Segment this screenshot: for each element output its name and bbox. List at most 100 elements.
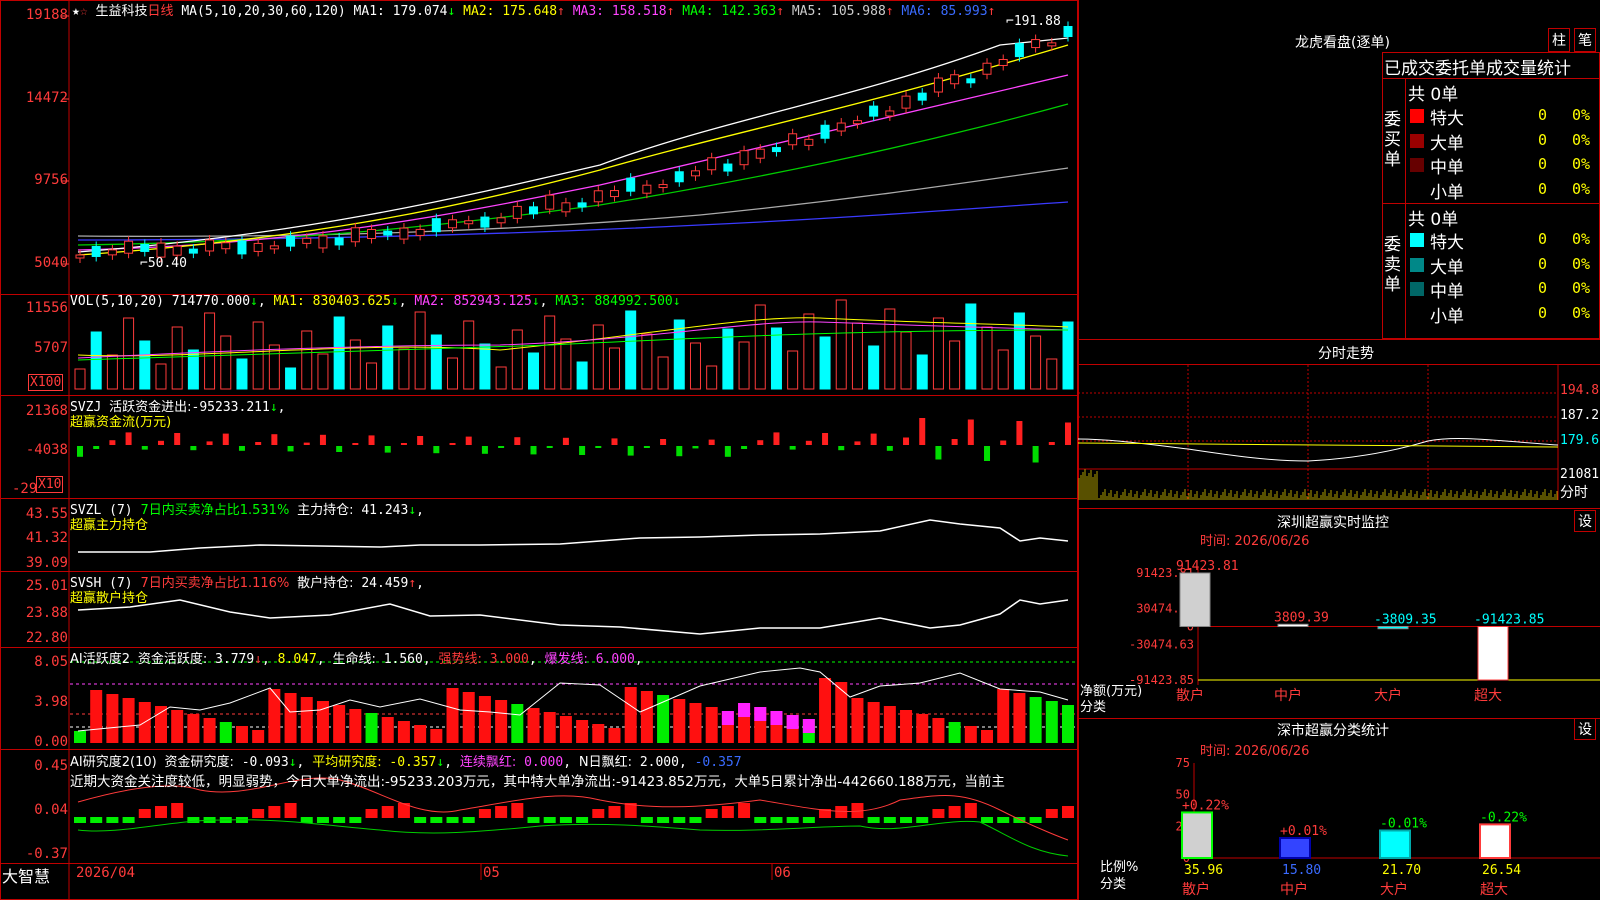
- flow-bar: [498, 446, 505, 448]
- volume-bar: [414, 311, 426, 390]
- candle-body: [836, 122, 846, 132]
- ss-bar: [1379, 829, 1411, 860]
- research-bar: [721, 806, 734, 818]
- research-bar: [138, 809, 151, 818]
- volume-bar: [155, 363, 167, 390]
- flow-bar: [903, 437, 910, 445]
- activity-bar: [689, 703, 702, 743]
- sz-settings-button[interactable]: 设: [1574, 510, 1596, 532]
- row-pct: 0%: [1572, 130, 1591, 149]
- research-bar: [74, 817, 86, 823]
- research-bar: [738, 803, 751, 818]
- activity-bar: [819, 678, 832, 743]
- candle-body: [205, 239, 215, 252]
- candle-body: [917, 92, 927, 101]
- sell-label: 委卖单: [1384, 235, 1401, 295]
- research-bar: [462, 817, 475, 823]
- flow-bar: [368, 435, 375, 445]
- candle-body: [966, 78, 976, 84]
- volume-bar: [252, 321, 264, 390]
- candle-body: [545, 194, 555, 210]
- activity-bar: [1062, 705, 1074, 743]
- x-axis-label: 05: [483, 865, 500, 881]
- research-bar: [689, 817, 702, 823]
- ma-value-3: MA3: 158.518: [564, 4, 667, 19]
- color-swatch: [1410, 282, 1424, 296]
- volume-bar: [463, 320, 475, 390]
- ss-category-label: 中户: [1280, 881, 1308, 898]
- volume-bar: [333, 316, 345, 390]
- row-pct: 0%: [1572, 279, 1591, 297]
- volume-bar: [398, 348, 410, 390]
- stock-name[interactable]: 生益科技: [95, 4, 147, 19]
- candle-body: [253, 242, 263, 252]
- candle-body: [172, 245, 182, 256]
- period-label[interactable]: 日线: [148, 4, 174, 19]
- activity-bar-top: [738, 703, 751, 717]
- candle-body: [107, 249, 117, 256]
- research-bar: [122, 817, 135, 823]
- volume-bar: [803, 313, 815, 390]
- volume-bar: [608, 347, 620, 390]
- high-price-label: ⌐191.88: [1006, 14, 1061, 29]
- candle-body: [982, 62, 992, 75]
- flow-bar: [854, 441, 861, 445]
- research-green-line: [77, 819, 1069, 857]
- row-pct: 0%: [1572, 179, 1591, 198]
- flow-bar: [757, 440, 764, 445]
- divider: [1078, 508, 1600, 509]
- flow-bar: [692, 446, 699, 449]
- sz-category-label: 大户: [1374, 687, 1402, 704]
- activity-bar: [349, 709, 362, 743]
- row-count: 0: [1538, 254, 1548, 273]
- research-bar: [559, 817, 572, 823]
- activity-bar: [900, 710, 913, 743]
- btn-bi[interactable]: 笔: [1574, 28, 1596, 52]
- vol-unit: X100: [28, 374, 64, 391]
- flow-bar: [805, 440, 812, 445]
- research-bar: [414, 817, 427, 823]
- research-bar: [900, 817, 913, 823]
- candle-body: [674, 171, 684, 183]
- activity-bar: [883, 706, 896, 743]
- candle-body: [626, 177, 636, 192]
- ss-stats-chart[interactable]: 7550250+0.22%35.96散户+0.01%15.80中户-0.01%2…: [1078, 755, 1600, 900]
- activity-bar: [446, 688, 459, 743]
- sz-monitor-chart[interactable]: 91423.8130474.590-30474.63-91423.8591423…: [1078, 545, 1600, 710]
- color-swatch: [1410, 158, 1424, 172]
- btn-zhu[interactable]: 柱: [1548, 28, 1570, 52]
- x-axis-label: 06: [774, 865, 791, 881]
- row-pct: 0%: [1572, 303, 1591, 322]
- research-bar: [90, 817, 103, 823]
- activity-bar: [414, 725, 427, 743]
- ai2-y-tick: 0.45: [34, 758, 68, 774]
- candle-body: [723, 163, 733, 172]
- volume-bar: [965, 303, 977, 390]
- flow-bar: [951, 439, 958, 445]
- intraday-chart[interactable]: [1078, 365, 1600, 505]
- activity-bar: [851, 698, 864, 743]
- activity-bar: [268, 689, 281, 743]
- candle-body: [415, 228, 425, 236]
- flow-bar: [546, 446, 553, 448]
- research-bar: [948, 806, 961, 818]
- volume-bar: [90, 331, 102, 390]
- svzj-y-tick: -4038: [25, 442, 68, 458]
- sz-value-label: 3809.39: [1274, 610, 1329, 625]
- flow-bar: [271, 434, 278, 445]
- volume-bar: [511, 329, 523, 390]
- volume-bar: [916, 354, 928, 390]
- activity-bar: [964, 726, 977, 743]
- candle-body: [690, 170, 700, 177]
- volume-bar: [673, 319, 685, 390]
- activity-bar-top: [754, 707, 767, 721]
- candle-body: [529, 206, 539, 215]
- flow-bar: [1032, 446, 1039, 463]
- activity-bar: [511, 704, 524, 743]
- flow-bar: [109, 440, 116, 445]
- row-name: 小单: [1430, 182, 1464, 203]
- ss-settings-button[interactable]: 设: [1574, 718, 1596, 740]
- volume-bar: [171, 326, 183, 390]
- candle-body: [577, 202, 587, 208]
- flow-bar: [595, 446, 602, 448]
